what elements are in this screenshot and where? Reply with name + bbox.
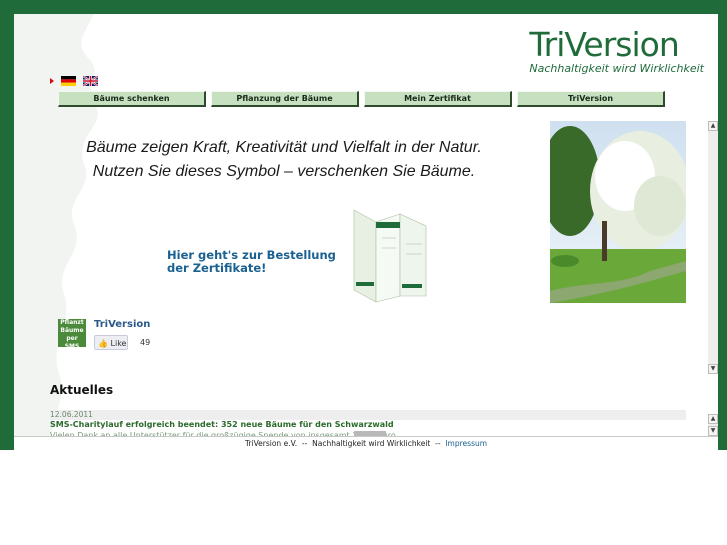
news-scrollbar[interactable]: ▲ ▼ [708, 414, 718, 436]
footer-separator-2: -- [435, 439, 441, 448]
order-certificates-link[interactable]: Hier geht's zur Bestellung der Zertifika… [167, 249, 347, 275]
tagline-line-2: Nutzen Sie dieses Symbol – verschenken S… [92, 163, 476, 180]
scroll-up-icon[interactable]: ▲ [708, 121, 718, 131]
news-scroll-up-icon[interactable]: ▲ [708, 414, 718, 424]
nav-mein-zertifikat[interactable]: Mein Zertifikat [364, 91, 512, 107]
hero-tagline: Bäume zeigen Kraft, Kreativität und Viel… [74, 136, 494, 184]
page-footer: TriVersion e.V. -- Nachhaltigkeit wird W… [14, 436, 718, 451]
facebook-page-name[interactable]: TriVersion [94, 319, 150, 330]
facebook-page-thumbnail[interactable]: Pflanzt Bäume per SMS [58, 319, 86, 347]
footer-org-suffix: e.V. [283, 439, 298, 448]
page-content: TriVersion Nachhaltigkeit wird Wirklichk… [14, 14, 718, 450]
news-title-link[interactable]: SMS-Charitylauf erfolgreich beendet: 352… [50, 420, 394, 429]
uk-flag-icon[interactable] [83, 76, 98, 86]
facebook-like-button[interactable]: 👍 Like [94, 335, 128, 350]
main-navigation: Bäume schenken Pflanzung der Bäume Mein … [58, 91, 665, 107]
nav-baeume-schenken[interactable]: Bäume schenken [58, 91, 206, 107]
tagline-line-1: Bäume zeigen Kraft, Kreativität und Viel… [86, 139, 482, 156]
news-date: 12.06.2011 [50, 410, 93, 419]
news-scroll-down-icon[interactable]: ▼ [708, 426, 718, 436]
blossom-tree-photo [550, 121, 686, 303]
certificate-image[interactable] [352, 208, 432, 308]
like-label: Like [110, 339, 127, 348]
footer-org: TriVersion [244, 439, 282, 448]
footer-separator-1: -- [301, 439, 308, 448]
logo-tri: Tri [529, 25, 565, 64]
german-flag-icon[interactable] [61, 76, 76, 86]
gallery-scrollbar[interactable]: ▲ ▼ [708, 121, 718, 374]
impressum-link[interactable]: Impressum [445, 439, 487, 448]
scroll-down-icon[interactable]: ▼ [708, 364, 718, 374]
footer-slogan: Nachhaltigkeit wird Wirklichkeit [312, 439, 431, 448]
triversion-logo[interactable]: TriVersion Nachhaltigkeit wird Wirklichk… [529, 26, 704, 76]
nav-pflanzung[interactable]: Pflanzung der Bäume [211, 91, 359, 107]
logo-slogan: Nachhaltigkeit wird Wirklichkeit [529, 62, 704, 75]
language-switcher [50, 76, 98, 86]
news-heading: Aktuelles [50, 383, 114, 397]
like-count: 49 [140, 338, 151, 347]
news-date-bar [50, 410, 686, 420]
thumbs-up-icon: 👍 [98, 339, 108, 348]
logo-version: Version [564, 25, 679, 64]
nav-triversion[interactable]: TriVersion [517, 91, 665, 107]
logo-wordmark: TriVersion [529, 26, 704, 64]
arrow-right-icon [50, 78, 54, 84]
